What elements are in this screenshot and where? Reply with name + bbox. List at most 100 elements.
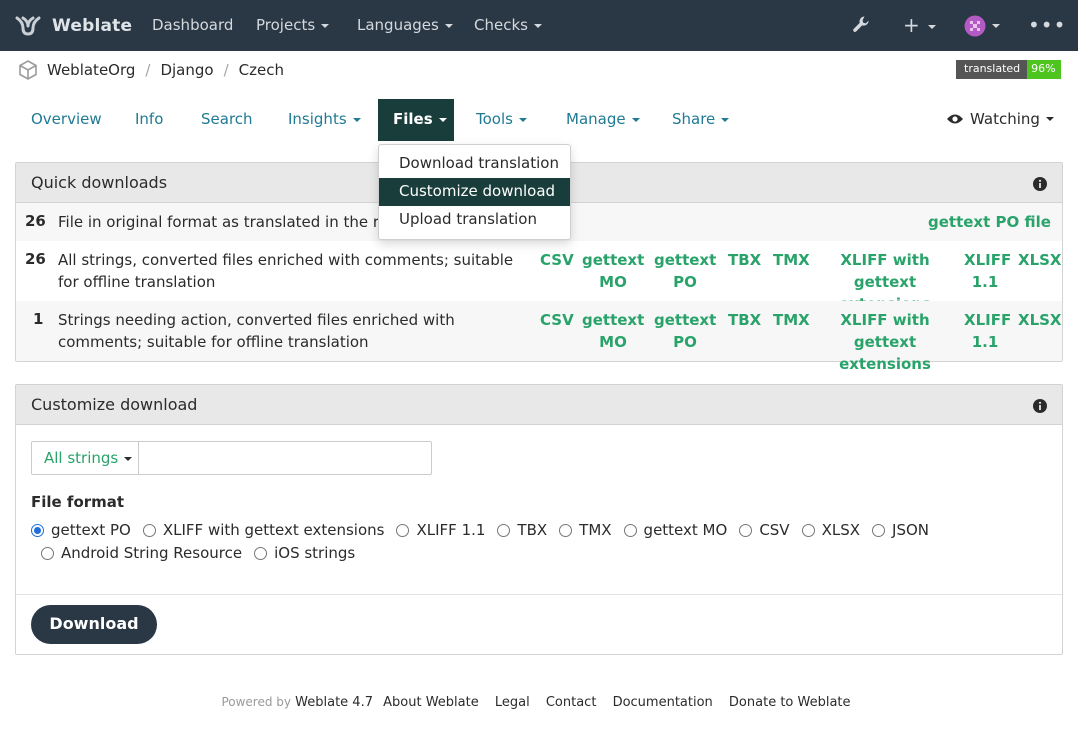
tab-insights[interactable]: Insights [288,110,361,128]
translated-badge[interactable]: translated 96% [956,60,1061,79]
tab-tools[interactable]: Tools [476,110,527,128]
tab-files[interactable]: Files [378,99,454,141]
customize-download-header: Customize download [16,385,1062,425]
footer-contact-link[interactable]: Contact [546,695,597,710]
add-menu[interactable]: + [903,14,936,36]
info-icon[interactable] [1033,177,1047,191]
footer: Powered by Weblate 4.7 About Weblate Leg… [0,695,1078,710]
caret-down-icon [721,117,730,122]
radio-label: CSV [759,521,790,539]
string-filter-select[interactable]: All strings [31,441,139,475]
download-link-xlsx[interactable]: XLSX [1018,249,1062,271]
download-link-xliff-11[interactable]: XLIFF 1.1 [964,249,1011,293]
radio-gettext-mo[interactable] [623,523,637,537]
download-button[interactable]: Download [31,605,157,644]
nav-projects-label: Projects [256,16,316,34]
download-link-tmx[interactable]: TMX [773,309,810,331]
breadcrumb-org[interactable]: WeblateOrg [47,61,135,79]
download-link-gettext-po[interactable]: gettext PO [654,249,716,293]
caret-down-icon [124,456,133,461]
file-format-label: File format [31,493,125,511]
wrench-icon[interactable] [850,13,874,37]
caret-down-icon [438,117,447,122]
row-description: All strings, converted files enriched wi… [58,251,514,291]
footer-version-link[interactable]: Weblate 4.7 [295,695,373,710]
menu-item-customize-download[interactable]: Customize download [379,178,570,206]
radio-tbx[interactable] [497,523,511,537]
watching-dropdown[interactable]: Watching [946,110,1054,128]
avatar [964,15,986,37]
download-link-csv[interactable]: CSV [540,249,574,271]
tab-search[interactable]: Search [201,110,253,128]
radio-label: JSON [892,521,929,539]
caret-down-icon [518,117,527,122]
string-filter-label: All strings [44,449,119,467]
nav-languages[interactable]: Languages [357,16,453,34]
tab-files-label: Files [393,110,433,128]
powered-by-label: Powered by [221,695,292,709]
nav-dashboard[interactable]: Dashboard [152,16,233,34]
caret-down-icon [992,24,1000,28]
files-dropdown-menu: Download translation Customize download … [378,144,571,240]
download-link-xlsx[interactable]: XLSX [1018,309,1062,331]
radio-label: XLIFF with gettext extensions [162,521,385,539]
breadcrumb-project[interactable]: Django [160,61,213,79]
radio-csv[interactable] [739,523,753,537]
radio-gettext-po[interactable] [31,523,44,537]
radio-label: gettext MO [643,521,728,539]
download-link-csv[interactable]: CSV [540,309,574,331]
footer-about-link[interactable]: About Weblate [383,695,479,710]
row-count: 26 [25,250,46,268]
radio-json[interactable] [872,523,886,537]
tab-overview[interactable]: Overview [31,110,102,128]
tab-insights-label: Insights [288,110,347,128]
row-count: 1 [33,310,44,328]
breadcrumb: WeblateOrg / Django / Czech [17,59,284,81]
menu-item-upload-translation[interactable]: Upload translation [379,206,570,234]
query-input[interactable] [138,441,432,475]
nav-checks-label: Checks [474,16,528,34]
nav-projects[interactable]: Projects [256,16,330,34]
radio-ios[interactable] [254,546,268,560]
download-link-gettext-po[interactable]: gettext PO [654,309,716,353]
radio-xliff-gettext[interactable] [142,523,156,537]
tab-share[interactable]: Share [672,110,730,128]
brand[interactable]: Weblate [14,12,132,40]
download-link-gettext-mo[interactable]: gettext MO [582,309,644,353]
radio-xlsx[interactable] [801,523,815,537]
tab-share-label: Share [672,110,716,128]
download-link-tbx[interactable]: TBX [728,249,761,271]
user-menu[interactable] [964,15,1000,37]
download-link-tmx[interactable]: TMX [773,249,810,271]
nav-checks[interactable]: Checks [474,16,542,34]
download-link-tbx[interactable]: TBX [728,309,761,331]
nav-languages-label: Languages [357,16,439,34]
download-link-xliff-gettext[interactable]: XLIFF with gettext extensions [818,309,952,375]
download-link-gettext-po-file[interactable]: gettext PO file [928,211,1051,233]
radio-xliff-11[interactable] [396,523,410,537]
more-options-icon[interactable]: ••• [1028,15,1066,35]
badge-label: translated [956,60,1028,79]
customize-download-panel: Customize download All strings File form… [15,384,1063,655]
download-link-xliff-11[interactable]: XLIFF 1.1 [964,309,1011,353]
caret-down-icon [321,23,330,28]
radio-label: iOS strings [274,544,356,562]
breadcrumb-separator: / [223,61,229,79]
footer-donate-link[interactable]: Donate to Weblate [729,695,851,710]
radio-android[interactable] [41,546,54,560]
menu-item-download-translation[interactable]: Download translation [379,150,570,178]
tab-tools-label: Tools [476,110,513,128]
radio-label: gettext PO [51,521,131,539]
brand-name: Weblate [52,16,133,36]
tab-manage[interactable]: Manage [566,110,640,128]
breadcrumb-language[interactable]: Czech [239,61,284,79]
footer-documentation-link[interactable]: Documentation [613,695,713,710]
download-link-gettext-mo[interactable]: gettext MO [582,249,644,293]
radio-tmx[interactable] [559,523,573,537]
top-navbar: Weblate Dashboard Projects Languages Che… [0,0,1078,51]
quick-downloads-title: Quick downloads [31,173,168,192]
footer-legal-link[interactable]: Legal [495,695,530,710]
tab-info[interactable]: Info [135,110,163,128]
caret-down-icon [1045,117,1054,121]
info-icon[interactable] [1033,399,1047,413]
